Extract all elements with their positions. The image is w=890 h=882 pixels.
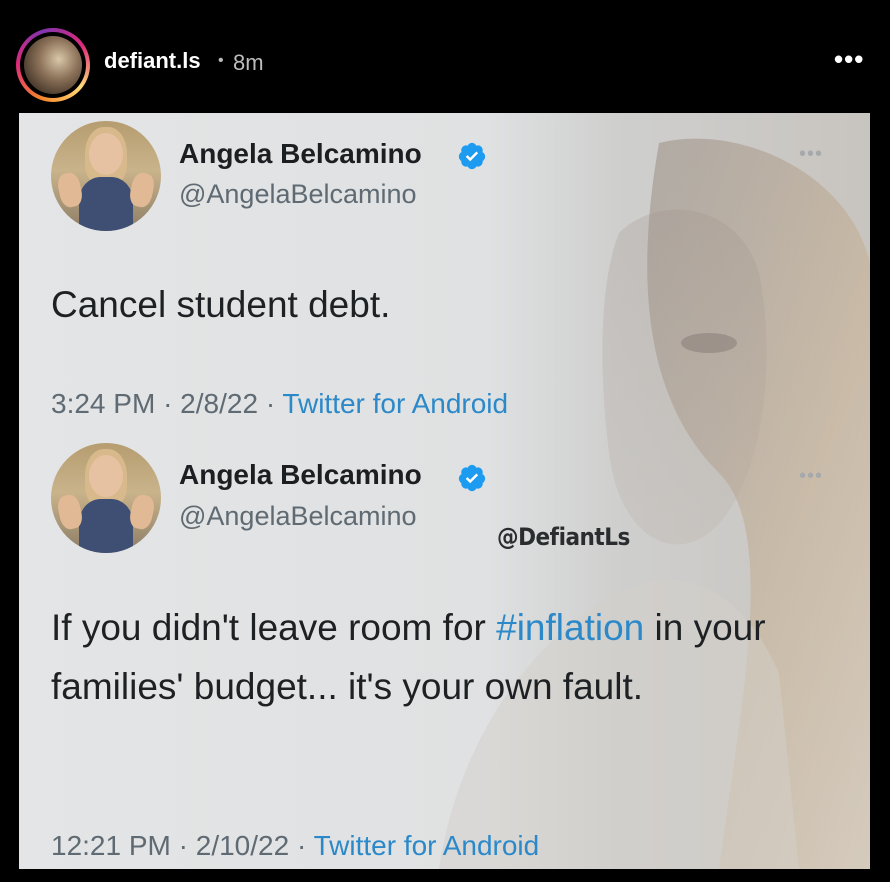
tweet-more-icon[interactable]: ••• — [799, 143, 823, 166]
more-options-icon[interactable]: ••• — [834, 44, 864, 75]
avatar-face — [89, 133, 123, 175]
tweet-source-link[interactable]: Twitter for Android — [282, 388, 508, 419]
tweet-date: 2/8/22 — [180, 388, 259, 419]
handle[interactable]: @AngelaBelcamino — [179, 179, 417, 210]
verified-badge-icon — [458, 142, 486, 170]
tweet-avatar[interactable] — [51, 121, 161, 231]
post-image: Angela Belcamino @AngelaBelcamino ••• Ca… — [19, 113, 870, 869]
avatar-border — [20, 32, 86, 98]
avatar-face — [89, 455, 123, 497]
tweet-meta: 12:21 PM · 2/10/22 · Twitter for Android — [51, 830, 539, 862]
story-avatar[interactable] — [16, 28, 90, 102]
tweet-date: 2/10/22 — [195, 830, 290, 861]
avatar-hand — [127, 171, 157, 209]
display-name[interactable]: Angela Belcamino — [179, 138, 422, 170]
handle[interactable]: @AngelaBelcamino — [179, 501, 417, 532]
meta-dot: · — [265, 388, 276, 419]
tweet-body-start: If you didn't leave room for — [51, 607, 497, 648]
display-name[interactable]: Angela Belcamino — [179, 459, 422, 491]
tweet-body: Cancel student debt. — [51, 284, 391, 325]
avatar-body — [79, 499, 133, 553]
tweet-avatar[interactable] — [51, 443, 161, 553]
separator-dot: • — [218, 52, 224, 69]
tweet-meta: 3:24 PM · 2/8/22 · Twitter for Android — [51, 388, 508, 420]
meta-dot: · — [178, 830, 188, 861]
avatar-body — [79, 177, 133, 231]
watermark: @DefiantLs — [497, 523, 630, 551]
username-link[interactable]: defiant.ls — [104, 48, 201, 74]
hashtag-link[interactable]: #inflation — [496, 607, 644, 648]
post-time: 8m — [233, 50, 264, 75]
meta-dot: · — [163, 388, 173, 419]
tweet-source-link[interactable]: Twitter for Android — [314, 830, 540, 861]
tweet-more-icon[interactable]: ••• — [799, 465, 823, 488]
avatar-image — [24, 36, 82, 94]
tweet-time: 3:24 PM — [51, 388, 156, 419]
verified-badge-icon — [458, 464, 486, 492]
meta-dot: · — [296, 830, 307, 861]
post-header: defiant.ls • 8m ••• — [0, 0, 890, 113]
tweet-text: Cancel student debt. — [51, 275, 811, 334]
tweet-time: 12:21 PM — [51, 830, 171, 861]
tweet-text: If you didn't leave room for #inflation … — [51, 598, 841, 716]
avatar-hand — [127, 493, 157, 531]
